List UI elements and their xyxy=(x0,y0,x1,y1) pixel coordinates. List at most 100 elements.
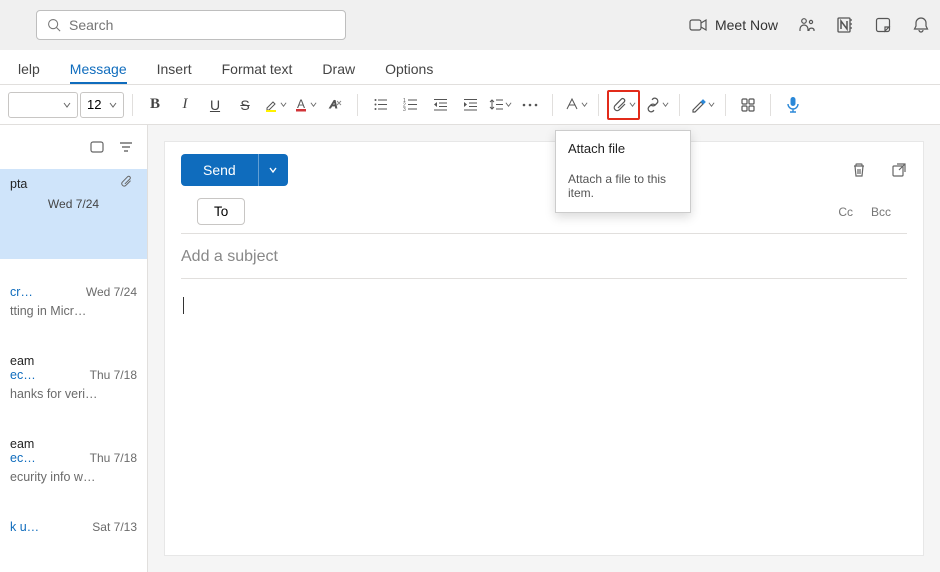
highlighter-icon xyxy=(264,97,279,112)
message-item[interactable]: k u… Sat 7/13 xyxy=(0,512,147,549)
font-size-select[interactable]: 12 xyxy=(80,92,124,118)
signature-button[interactable] xyxy=(688,90,717,120)
strikethrough-button[interactable]: S xyxy=(231,90,259,120)
tab-help[interactable]: lelp xyxy=(18,61,40,84)
message-date: Wed 7/24 xyxy=(86,285,137,299)
tooltip-title: Attach file xyxy=(568,141,678,156)
message-item[interactable]: cr… Wed 7/24 tting in Micr… xyxy=(0,277,147,328)
compose-pane: Send To Cc Bcc xyxy=(148,125,940,572)
message-from: k u… xyxy=(10,520,39,534)
line-spacing-button[interactable] xyxy=(486,90,514,120)
more-formatting-button[interactable] xyxy=(516,90,544,120)
highlight-button[interactable] xyxy=(261,90,289,120)
message-from: eam xyxy=(10,354,137,368)
number-list-icon: 123 xyxy=(403,97,418,112)
italic-button[interactable]: I xyxy=(171,90,199,120)
decrease-indent-button[interactable] xyxy=(426,90,454,120)
tab-insert[interactable]: Insert xyxy=(157,61,192,84)
message-date: Sat 7/13 xyxy=(92,520,137,534)
increase-indent-button[interactable] xyxy=(456,90,484,120)
clear-formatting-button[interactable]: A xyxy=(321,90,349,120)
outdent-icon xyxy=(433,97,448,112)
to-button[interactable]: To xyxy=(197,198,245,225)
search-input[interactable] xyxy=(69,17,335,33)
message-subject: ec… xyxy=(10,368,36,382)
microphone-icon xyxy=(786,96,800,114)
tab-draw[interactable]: Draw xyxy=(322,61,355,84)
styles-button[interactable] xyxy=(561,90,590,120)
svg-text:A: A xyxy=(297,97,305,111)
bell-icon[interactable] xyxy=(912,16,930,34)
bcc-button[interactable]: Bcc xyxy=(871,205,891,219)
svg-text:A: A xyxy=(329,99,337,111)
link-icon xyxy=(645,97,661,113)
ellipsis-icon xyxy=(522,103,538,107)
compose-card: Send To Cc Bcc xyxy=(164,141,924,556)
message-from: cr… xyxy=(10,285,33,299)
bulleted-list-button[interactable] xyxy=(366,90,394,120)
signature-icon xyxy=(691,97,707,113)
indent-icon xyxy=(463,97,478,112)
meet-now-button[interactable]: Meet Now xyxy=(689,17,778,33)
bold-button[interactable]: B xyxy=(141,90,169,120)
apps-icon xyxy=(740,97,756,113)
apps-button[interactable] xyxy=(734,90,762,120)
styles-icon xyxy=(564,97,580,112)
font-name-select[interactable] xyxy=(8,92,78,118)
filter-icon[interactable] xyxy=(119,140,133,154)
note-icon[interactable] xyxy=(874,16,892,34)
underline-button[interactable]: U xyxy=(201,90,229,120)
main-area: pta Wed 7/24 cr… Wed 7/24 tting in Micr…… xyxy=(0,125,940,572)
onenote-icon[interactable] xyxy=(836,16,854,34)
svg-text:3: 3 xyxy=(403,107,406,113)
message-date: Thu 7/18 xyxy=(90,451,137,465)
dictate-button[interactable] xyxy=(779,90,807,120)
text-cursor xyxy=(183,297,184,314)
attach-file-tooltip: Attach file Attach a file to this item. xyxy=(555,130,691,213)
message-item[interactable]: eam ec… Thu 7/18 ecurity info w… xyxy=(0,429,147,494)
message-item[interactable]: eam ec… Thu 7/18 hanks for veri… xyxy=(0,346,147,411)
font-color-button[interactable]: A xyxy=(291,90,319,120)
message-preview: ecurity info w… xyxy=(10,470,137,484)
numbered-list-button[interactable]: 123 xyxy=(396,90,424,120)
send-button[interactable]: Send xyxy=(181,154,258,186)
paperclip-icon xyxy=(612,97,628,113)
title-bar: Meet Now xyxy=(0,0,940,50)
tab-format-text[interactable]: Format text xyxy=(222,61,293,84)
message-preview: tting in Micr… xyxy=(10,304,137,318)
select-mode-icon[interactable] xyxy=(89,139,105,155)
search-icon xyxy=(47,18,61,32)
message-date: Thu 7/18 xyxy=(90,368,137,382)
clear-format-icon: A xyxy=(328,97,343,112)
tab-message[interactable]: Message xyxy=(70,61,127,84)
link-button[interactable] xyxy=(642,90,671,120)
tab-bar: lelp Message Insert Format text Draw Opt… xyxy=(0,50,940,85)
subject-input[interactable] xyxy=(181,248,907,266)
to-input[interactable] xyxy=(257,204,826,220)
video-icon xyxy=(689,18,707,32)
message-body[interactable] xyxy=(165,279,923,335)
teams-icon[interactable] xyxy=(798,16,816,34)
attach-file-button[interactable]: Attach file Attach a file to this item. xyxy=(607,90,640,120)
message-item[interactable]: pta Wed 7/24 xyxy=(0,169,147,259)
paperclip-icon xyxy=(120,175,133,188)
tab-options[interactable]: Options xyxy=(385,61,433,84)
meet-now-label: Meet Now xyxy=(715,17,778,33)
message-preview: hanks for veri… xyxy=(10,387,137,401)
line-spacing-icon xyxy=(489,97,504,112)
pop-out-button[interactable] xyxy=(891,162,907,178)
send-options-button[interactable] xyxy=(258,154,288,186)
message-list: pta Wed 7/24 cr… Wed 7/24 tting in Micr…… xyxy=(0,125,148,572)
search-box[interactable] xyxy=(36,10,346,40)
ribbon: 12 B I U S A A 123 At xyxy=(0,85,940,125)
cc-button[interactable]: Cc xyxy=(838,205,853,219)
message-from: eam xyxy=(10,437,137,451)
font-color-icon: A xyxy=(294,97,309,112)
font-size-value: 12 xyxy=(87,97,101,112)
delete-draft-button[interactable] xyxy=(851,162,867,178)
message-date: Wed 7/24 xyxy=(10,197,137,211)
tooltip-body: Attach a file to this item. xyxy=(568,172,678,200)
message-from: pta xyxy=(10,177,137,191)
message-subject: ec… xyxy=(10,451,36,465)
bullet-list-icon xyxy=(373,97,388,112)
